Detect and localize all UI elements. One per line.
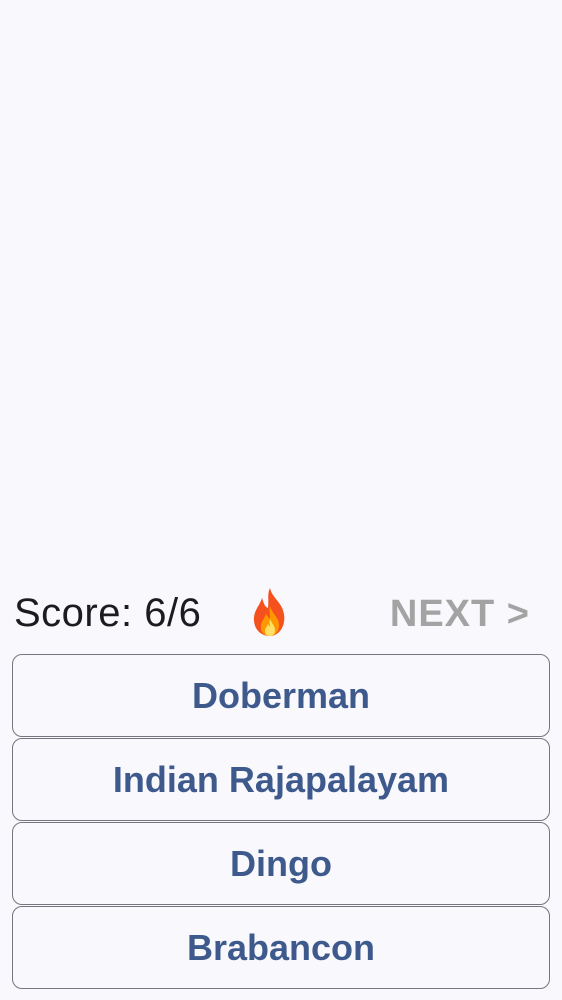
answer-button-doberman[interactable]: Doberman xyxy=(12,654,550,737)
score-label: Score: 6/6 xyxy=(14,591,202,635)
answer-button-dingo[interactable]: Dingo xyxy=(12,822,550,905)
score-row: Score: 6/6 NEXT > xyxy=(0,582,562,644)
question-image-area xyxy=(0,0,562,570)
next-button[interactable]: NEXT > xyxy=(390,592,530,636)
fire-icon xyxy=(248,586,292,638)
answer-button-indian-rajapalayam[interactable]: Indian Rajapalayam xyxy=(12,738,550,821)
answer-button-brabancon[interactable]: Brabancon xyxy=(12,906,550,989)
answer-list: Doberman Indian Rajapalayam Dingo Braban… xyxy=(12,654,550,990)
